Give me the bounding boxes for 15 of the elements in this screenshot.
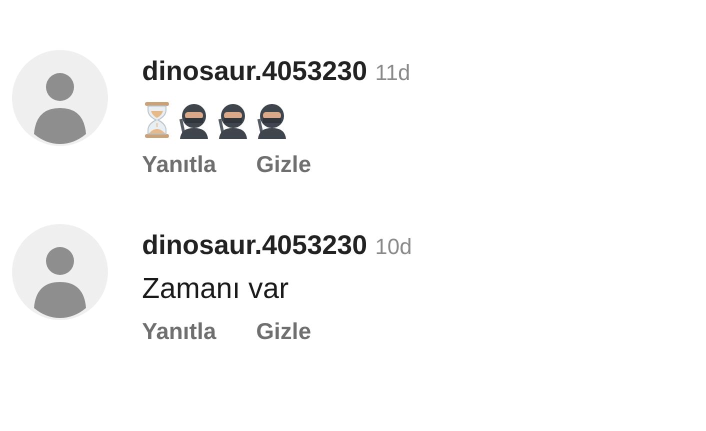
comment-text: Zamanı var [142,273,290,306]
ninja-icon [177,101,211,139]
ninja-icon [255,101,289,139]
username[interactable]: dinosaur.4053230 [142,230,368,261]
timestamp: 10d [375,234,412,260]
timestamp: 11d [375,60,410,86]
reply-button[interactable]: Yanıtla [142,151,216,178]
hourglass-icon [142,101,172,139]
reply-button[interactable]: Yanıtla [142,318,216,345]
avatar-icon [12,224,108,320]
avatar-icon [12,50,108,146]
hide-button[interactable]: Gizle [256,151,312,178]
ninja-icon [216,101,250,139]
hide-button[interactable]: Gizle [256,318,312,345]
username[interactable]: dinosaur.4053230 [142,56,368,87]
